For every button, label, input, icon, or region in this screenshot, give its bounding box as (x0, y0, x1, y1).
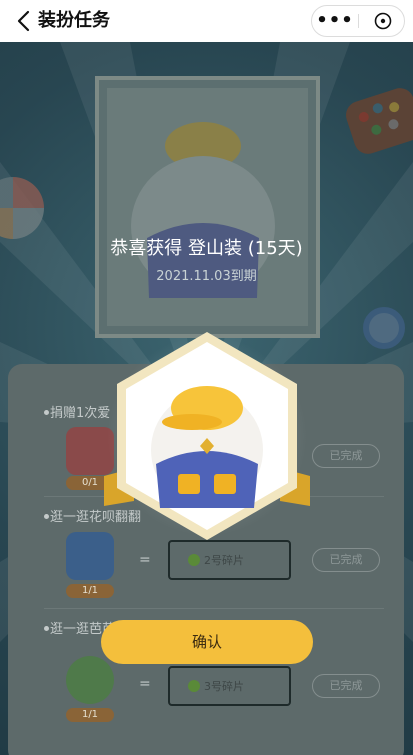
check-icon (188, 680, 200, 692)
task-bullet (44, 410, 49, 415)
task-bullet (44, 626, 49, 631)
equals-sign: = (139, 552, 151, 568)
piece-label: 3号碎片 (204, 680, 244, 693)
equals-sign: = (139, 676, 151, 692)
task-status-button[interactable]: 已完成 (312, 674, 380, 698)
reward-badge (104, 326, 310, 546)
confirm-button[interactable]: 确认 (101, 620, 313, 664)
task-bullet (44, 514, 49, 519)
mini-program-capsule: ••• (311, 5, 405, 37)
divider (44, 608, 384, 609)
task-status-button[interactable]: 已完成 (312, 548, 380, 572)
piece-label: 2号碎片 (204, 554, 244, 567)
more-icon[interactable]: ••• (312, 6, 358, 36)
capsule-divider (358, 14, 359, 28)
puzzle-image (107, 88, 308, 326)
magnifier-decoration (363, 307, 405, 349)
task-progress: 1/1 (66, 708, 114, 722)
task-progress: 1/1 (66, 584, 114, 598)
reward-expiry-date: 2021.11.03到期 (156, 269, 257, 284)
puzzle-frame (95, 76, 320, 338)
nav-bar: 装扮任务 ••• (0, 0, 413, 42)
farm-task-icon (66, 656, 114, 704)
check-icon (188, 554, 200, 566)
task-status-button[interactable]: 已完成 (312, 444, 380, 468)
reward-title: 恭喜获得 登山装 (15天) (110, 238, 303, 259)
page-title: 装扮任务 (38, 10, 110, 31)
task-title: 捐赠1次爱 (50, 406, 111, 421)
puzzle-piece-slot: 3号碎片 (168, 666, 291, 706)
close-icon[interactable] (374, 12, 392, 30)
back-icon[interactable] (14, 9, 36, 33)
